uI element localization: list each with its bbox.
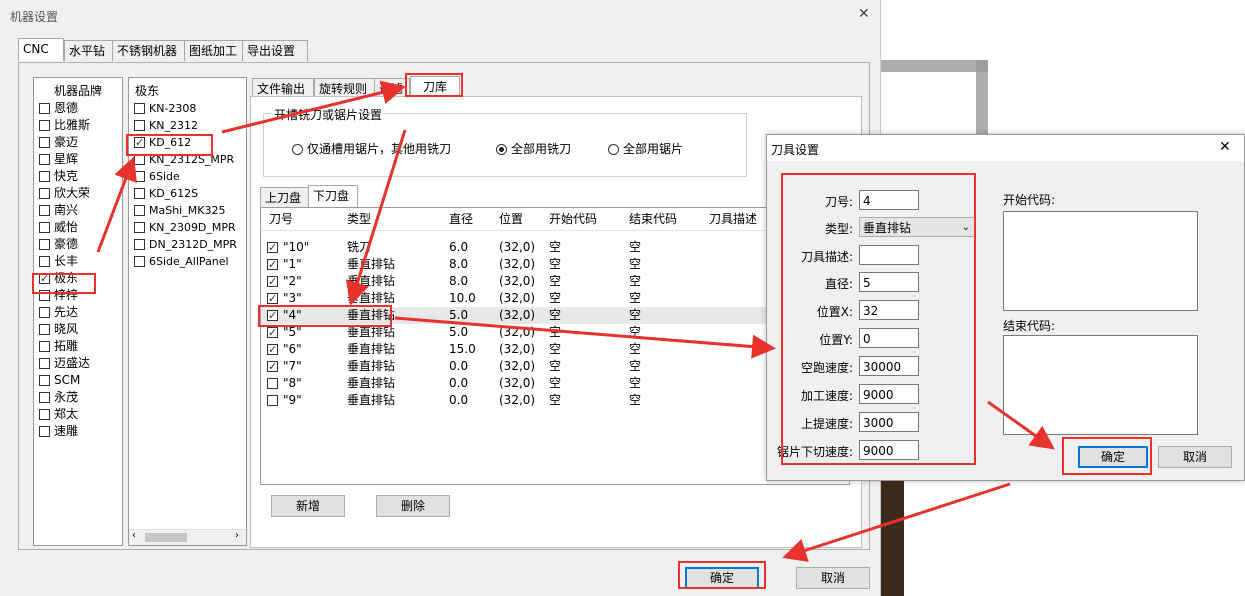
arrow-tab-to-row [345, 129, 407, 306]
annotation-arrows [96, 80, 1055, 562]
arrow-dialog-to-main-ok [782, 482, 1011, 562]
arrow-fields-to-ok [987, 400, 1055, 450]
arrow-row-to-dialog [394, 316, 776, 359]
arrow-brand-to-model [96, 156, 137, 253]
arrow-model-to-tab [221, 80, 406, 134]
